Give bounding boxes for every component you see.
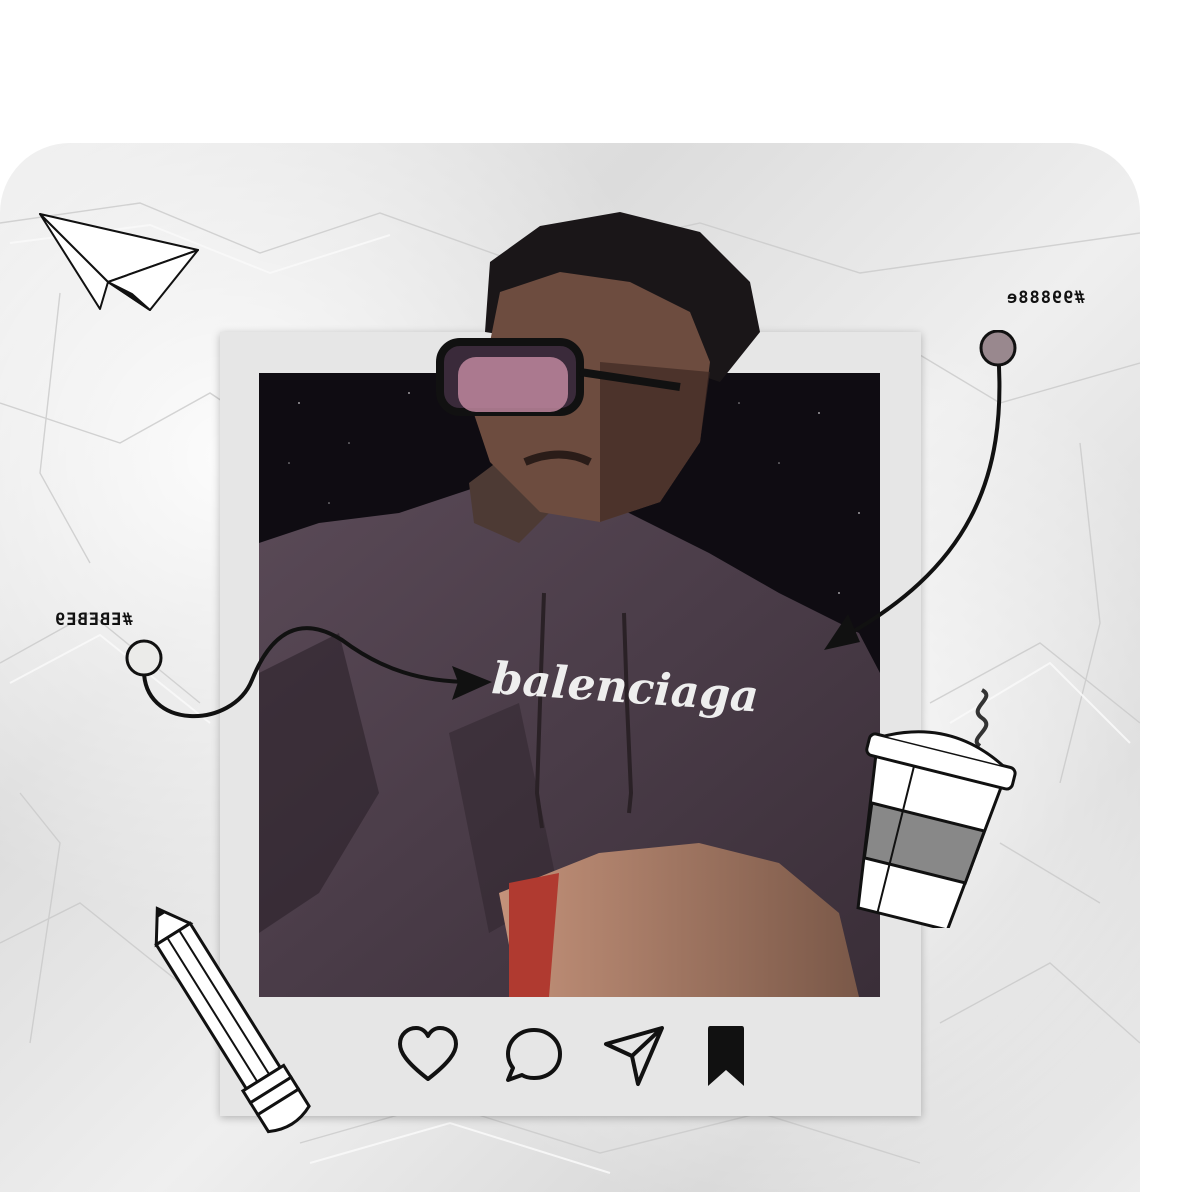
portrait-head-overflow xyxy=(436,212,760,522)
right-color-swatch xyxy=(979,330,1017,367)
left-annotation-arrow xyxy=(125,626,492,719)
paper-plane-icon xyxy=(39,213,199,311)
comment-icon[interactable] xyxy=(502,1024,566,1088)
coffee-cup-icon xyxy=(856,688,1017,928)
pencil-icon xyxy=(154,906,311,1134)
left-color-swatch xyxy=(125,639,163,677)
right-color-label: #99888e xyxy=(1006,288,1085,308)
bookmark-icon[interactable] xyxy=(694,1024,758,1088)
left-color-label: #EBEBE9 xyxy=(54,610,133,630)
send-icon[interactable] xyxy=(602,1024,666,1088)
right-annotation-arrow xyxy=(824,330,1017,650)
heart-icon[interactable] xyxy=(396,1024,460,1088)
